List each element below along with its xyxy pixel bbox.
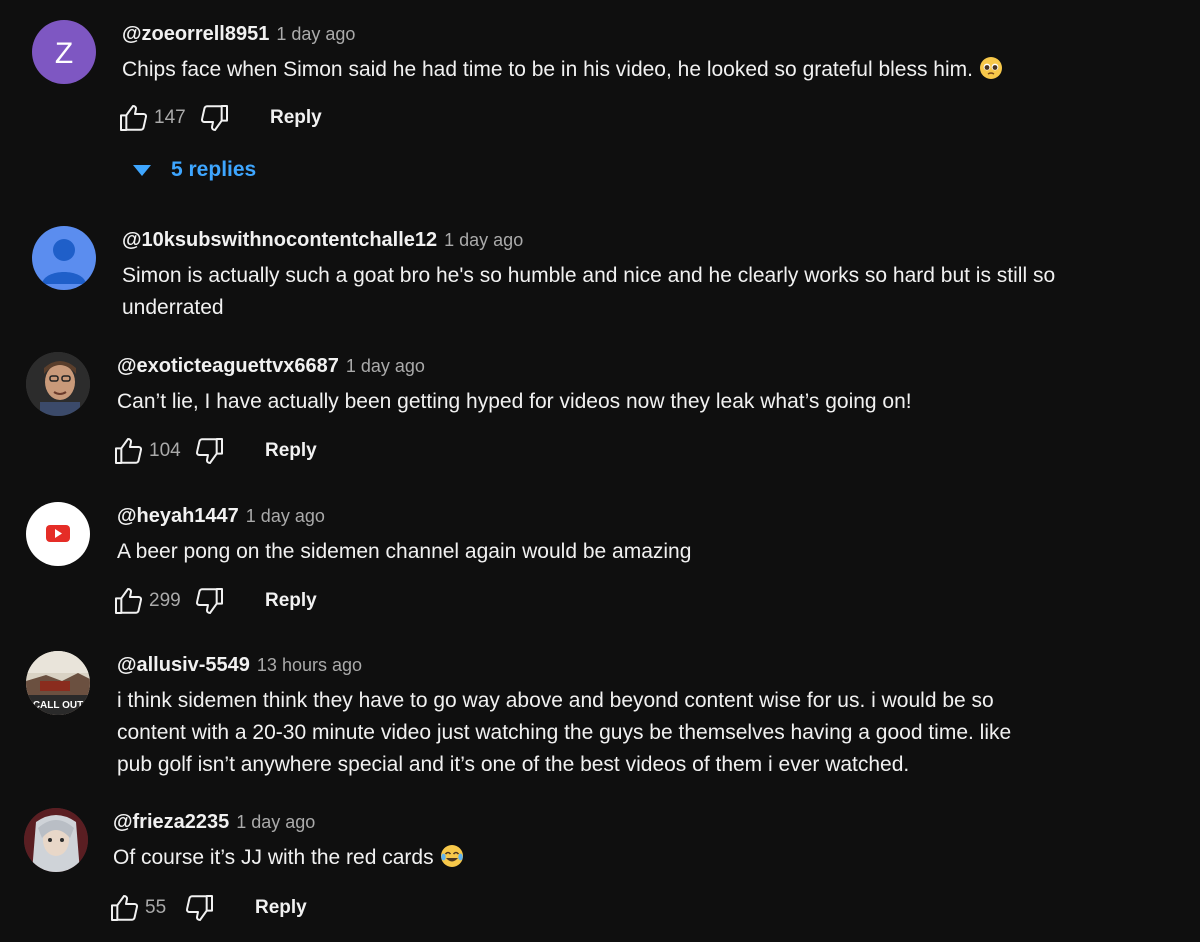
comment-text: Can’t lie, I have actually been getting …: [117, 390, 912, 413]
view-replies-button[interactable]: 5 replies: [133, 158, 256, 182]
comment-text-line: Simon is actually such a goat bro he's s…: [122, 264, 1056, 287]
comment-text-line: underrated: [122, 296, 224, 319]
comment-text: i think sidemen think they have to go wa…: [117, 685, 1011, 781]
dislike-button[interactable]: [193, 584, 227, 618]
like-button[interactable]: [107, 891, 141, 925]
comment-text: A beer pong on the sidemen channel again…: [117, 540, 692, 563]
thumbs-up-icon: [111, 895, 139, 921]
avatar-text: CALL OUT: [33, 700, 83, 711]
photo-avatar: [24, 808, 88, 872]
avatar[interactable]: [32, 226, 96, 290]
comment-text-line: i think sidemen think they have to go wa…: [117, 689, 994, 712]
thumbs-up-icon: [120, 105, 148, 131]
comment-text-line: content with a 20-30 minute video just w…: [117, 721, 1012, 744]
comment-actions: 299 Reply: [111, 581, 317, 621]
avatar[interactable]: CALL OUT: [26, 651, 90, 715]
like-count: 147: [154, 107, 186, 128]
youtube-logo-icon: [46, 525, 70, 542]
thumbs-up-icon: [115, 438, 143, 464]
like-count: 104: [149, 440, 181, 461]
photo-avatar: [26, 352, 90, 416]
thumbs-down-icon: [195, 438, 223, 464]
timestamp[interactable]: 1 day ago: [346, 356, 425, 376]
comment-header: @frieza2235 1 day ago: [113, 808, 464, 836]
thumbs-up-icon: [115, 588, 143, 614]
avatar[interactable]: [26, 502, 90, 566]
comment-actions: 147 Reply: [116, 98, 322, 138]
tears-of-joy-emoji-icon: [440, 844, 464, 878]
like-count: 299: [149, 590, 181, 611]
comment-header: @zoeorrell8951 1 day ago: [122, 20, 1003, 48]
caret-down-icon: [133, 164, 151, 176]
thumbs-down-icon: [195, 588, 223, 614]
dislike-button[interactable]: [193, 434, 227, 468]
comment-actions: 104 Reply: [111, 431, 317, 471]
timestamp[interactable]: 1 day ago: [276, 24, 355, 44]
comment-header: @heyah1447 1 day ago: [117, 502, 691, 530]
comment-header: @10ksubswithnocontentchalle12 1 day ago: [122, 226, 1055, 254]
comment-text: Of course it’s JJ with the red cards: [113, 842, 464, 878]
timestamp[interactable]: 13 hours ago: [257, 655, 362, 675]
like-button[interactable]: [111, 584, 145, 618]
reply-button[interactable]: Reply: [270, 107, 322, 129]
comment-text: Simon is actually such a goat bro he's s…: [122, 260, 1055, 324]
author-name[interactable]: @frieza2235: [113, 811, 229, 833]
comment-header: @exoticteaguettvx6687 1 day ago: [117, 352, 912, 380]
author-name[interactable]: @exoticteaguettvx6687: [117, 355, 339, 377]
like-button[interactable]: [111, 434, 145, 468]
comment-text-line: pub golf isn’t anywhere special and it’s…: [117, 753, 910, 776]
comment-text: Chips face when Simon said he had time t…: [122, 54, 1003, 90]
avatar[interactable]: Z: [32, 20, 96, 84]
reply-button[interactable]: Reply: [265, 440, 317, 462]
timestamp[interactable]: 1 day ago: [246, 506, 325, 526]
replies-count-label: 5 replies: [171, 158, 257, 181]
author-name[interactable]: @zoeorrell8951: [122, 23, 269, 45]
timestamp[interactable]: 1 day ago: [444, 230, 523, 250]
like-button[interactable]: [116, 101, 150, 135]
avatar-letter: Z: [55, 37, 73, 70]
comment-actions: 55 Reply: [107, 888, 307, 928]
thumbs-down-icon: [185, 895, 213, 921]
avatar[interactable]: [26, 352, 90, 416]
comment-header: @allusiv-5549 13 hours ago: [117, 651, 1011, 679]
like-count: 55: [145, 897, 167, 918]
author-name[interactable]: @10ksubswithnocontentchalle12: [122, 229, 437, 251]
dislike-button[interactable]: [183, 891, 217, 925]
reply-button[interactable]: Reply: [255, 897, 307, 919]
pleading-face-emoji-icon: [979, 56, 1003, 90]
author-name[interactable]: @heyah1447: [117, 505, 239, 527]
thumbs-down-icon: [200, 105, 228, 131]
author-name[interactable]: @allusiv-5549: [117, 654, 250, 676]
reply-button[interactable]: Reply: [265, 590, 317, 612]
timestamp[interactable]: 1 day ago: [236, 812, 315, 832]
default-user-icon: [42, 239, 86, 284]
dislike-button[interactable]: [198, 101, 232, 135]
photo-avatar: CALL OUT: [26, 651, 90, 715]
avatar[interactable]: [24, 808, 88, 872]
